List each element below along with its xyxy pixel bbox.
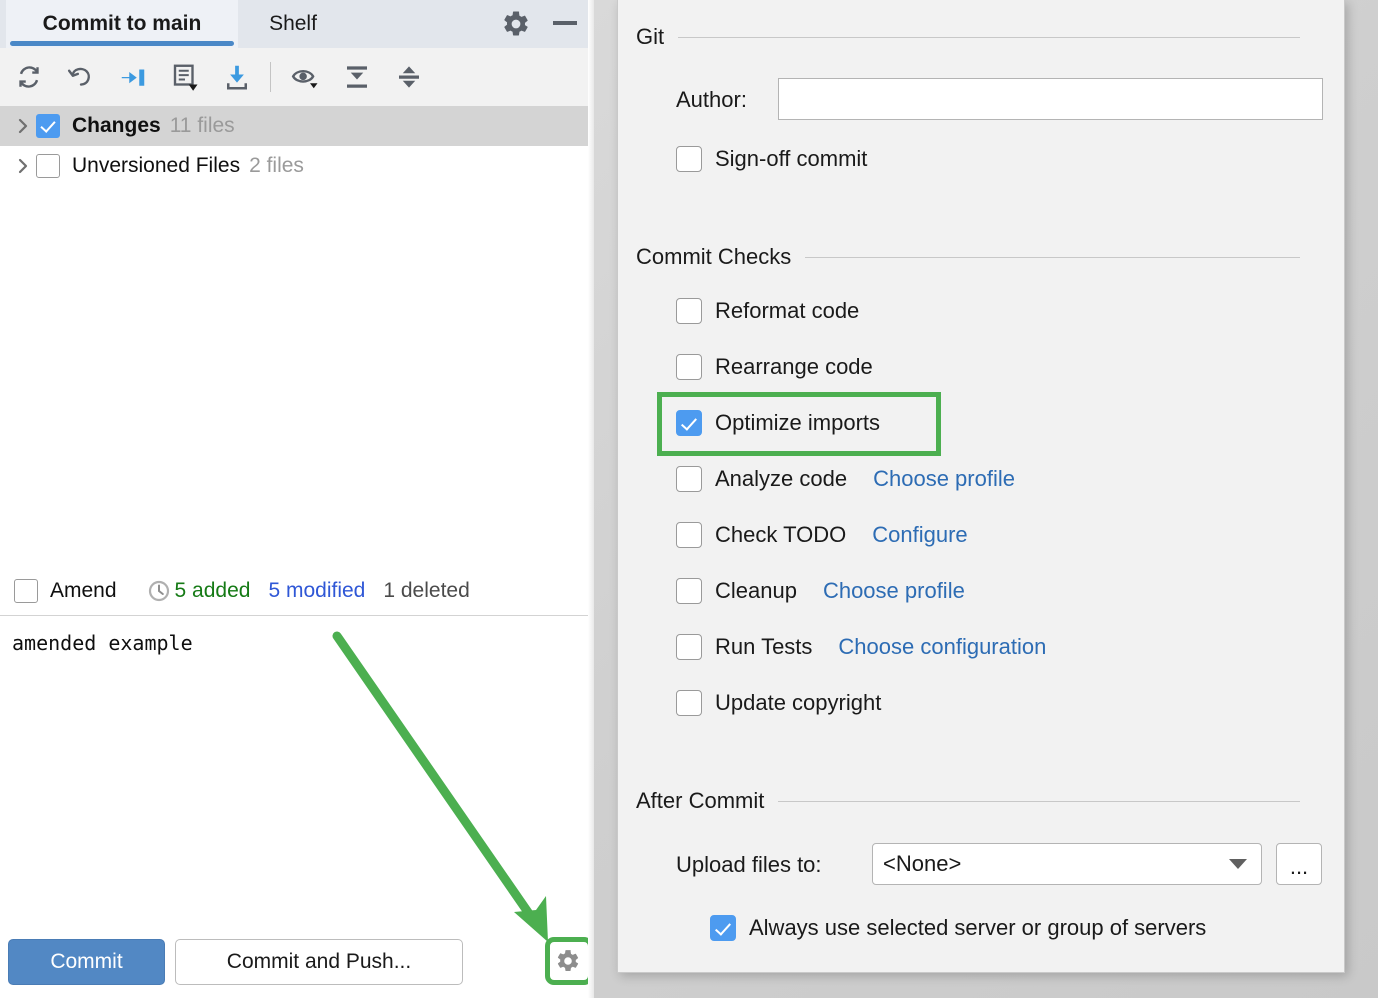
section-divider bbox=[805, 257, 1300, 258]
chevron-down-icon bbox=[1229, 859, 1247, 869]
tab-shelf-label: Shelf bbox=[269, 12, 317, 36]
section-divider bbox=[778, 801, 1300, 802]
analyze-code-label: Analyze code bbox=[715, 466, 847, 492]
cleanup-checkbox[interactable] bbox=[676, 578, 702, 604]
optimize-imports-label: Optimize imports bbox=[715, 410, 880, 436]
commit-button[interactable]: Commit bbox=[8, 939, 165, 985]
author-field[interactable] bbox=[778, 78, 1323, 120]
minimize-icon[interactable] bbox=[553, 21, 577, 25]
rearrange-code-checkbox[interactable] bbox=[676, 354, 702, 380]
tab-active-underline bbox=[10, 41, 234, 46]
commit-toolbar bbox=[0, 48, 594, 107]
check-todo-row[interactable]: Check TODO Configure bbox=[676, 522, 968, 548]
upload-files-to-combobox[interactable]: <None> bbox=[872, 843, 1262, 885]
upload-files-to-value: <None> bbox=[883, 851, 1229, 877]
run-tests-row[interactable]: Run Tests Choose configuration bbox=[676, 634, 1046, 660]
commit-and-push-button[interactable]: Commit and Push... bbox=[175, 939, 463, 985]
run-tests-checkbox[interactable] bbox=[676, 634, 702, 660]
unversioned-files-count: 2 files bbox=[249, 154, 304, 178]
cleanup-choose-profile-link[interactable]: Choose profile bbox=[823, 578, 965, 604]
upload-files-to-label: Upload files to: bbox=[676, 852, 822, 878]
analyze-code-checkbox[interactable] bbox=[676, 466, 702, 492]
analyze-code-choose-profile-link[interactable]: Choose profile bbox=[873, 466, 1015, 492]
always-use-selected-server-label: Always use selected server or group of s… bbox=[749, 915, 1206, 941]
tab-strip: Commit to main Shelf bbox=[0, 0, 594, 48]
preview-diff-icon[interactable] bbox=[284, 56, 326, 98]
tree-row-changes[interactable]: Changes 11 files bbox=[0, 106, 594, 146]
chevron-right-icon[interactable] bbox=[10, 156, 36, 176]
run-tests-choose-configuration-link[interactable]: Choose configuration bbox=[838, 634, 1046, 660]
sign-off-commit-label: Sign-off commit bbox=[715, 146, 867, 172]
tab-commit-to-main-label: Commit to main bbox=[43, 12, 202, 36]
expand-all-icon[interactable] bbox=[336, 56, 378, 98]
move-to-another-changelist-icon[interactable] bbox=[112, 56, 154, 98]
check-todo-configure-link[interactable]: Configure bbox=[872, 522, 967, 548]
commit-settings-gear-icon[interactable] bbox=[548, 941, 588, 981]
rearrange-code-row[interactable]: Rearrange code bbox=[676, 354, 873, 380]
section-header-after-commit: After Commit bbox=[636, 788, 1326, 814]
section-title-commit-checks: Commit Checks bbox=[636, 244, 791, 270]
optimize-imports-row[interactable]: Optimize imports bbox=[676, 410, 880, 436]
changes-checkbox[interactable] bbox=[36, 114, 60, 138]
amend-and-stats-row: Amend 5 added 5 modified 1 deleted bbox=[0, 566, 594, 616]
commit-message-input[interactable]: amended example bbox=[0, 617, 594, 921]
analyze-code-row[interactable]: Analyze code Choose profile bbox=[676, 466, 1015, 492]
cleanup-label: Cleanup bbox=[715, 578, 797, 604]
collapse-all-icon[interactable] bbox=[388, 56, 430, 98]
section-header-commit-checks: Commit Checks bbox=[636, 244, 1326, 270]
run-tests-label: Run Tests bbox=[715, 634, 812, 660]
show-diff-icon[interactable] bbox=[164, 56, 206, 98]
update-copyright-row[interactable]: Update copyright bbox=[676, 690, 881, 716]
refresh-changes-icon[interactable] bbox=[8, 56, 50, 98]
changes-label: Changes bbox=[72, 114, 161, 138]
clock-icon bbox=[147, 579, 171, 603]
amend-checkbox[interactable] bbox=[14, 579, 38, 603]
section-title-git: Git bbox=[636, 24, 664, 50]
update-copyright-label: Update copyright bbox=[715, 690, 881, 716]
gear-icon[interactable] bbox=[501, 9, 531, 39]
optimize-imports-checkbox[interactable] bbox=[676, 410, 702, 436]
tree-row-unversioned-files[interactable]: Unversioned Files 2 files bbox=[0, 146, 594, 186]
commit-options-popup: Git Author: Sign-off commit Commit Check… bbox=[617, 0, 1345, 973]
unversioned-files-checkbox[interactable] bbox=[36, 154, 60, 178]
changes-tree: Changes 11 files Unversioned Files 2 fil… bbox=[0, 106, 594, 561]
reformat-code-label: Reformat code bbox=[715, 298, 859, 324]
changes-file-count: 11 files bbox=[170, 114, 235, 138]
update-project-icon[interactable] bbox=[216, 56, 258, 98]
amend-label: Amend bbox=[50, 579, 117, 603]
stat-modified[interactable]: 5 modified bbox=[268, 579, 365, 603]
author-label: Author: bbox=[676, 87, 747, 113]
chevron-right-icon[interactable] bbox=[10, 116, 36, 136]
commit-tool-window: Commit to main Shelf bbox=[0, 0, 594, 998]
always-use-selected-server-row[interactable]: Always use selected server or group of s… bbox=[710, 915, 1206, 941]
stat-added: 5 added bbox=[175, 579, 251, 603]
check-todo-label: Check TODO bbox=[715, 522, 846, 548]
rearrange-code-label: Rearrange code bbox=[715, 354, 873, 380]
unversioned-files-label: Unversioned Files bbox=[72, 154, 240, 178]
always-use-selected-server-checkbox[interactable] bbox=[710, 915, 736, 941]
cleanup-row[interactable]: Cleanup Choose profile bbox=[676, 578, 965, 604]
upload-browse-button[interactable]: ... bbox=[1276, 843, 1322, 885]
section-title-after-commit: After Commit bbox=[636, 788, 764, 814]
check-todo-checkbox[interactable] bbox=[676, 522, 702, 548]
stat-deleted: 1 deleted bbox=[383, 579, 469, 603]
toolbar-divider bbox=[270, 62, 271, 92]
reformat-code-checkbox[interactable] bbox=[676, 298, 702, 324]
update-copyright-checkbox[interactable] bbox=[676, 690, 702, 716]
reformat-code-row[interactable]: Reformat code bbox=[676, 298, 859, 324]
sign-off-commit-checkbox[interactable] bbox=[676, 146, 702, 172]
tab-shelf[interactable]: Shelf bbox=[238, 0, 348, 48]
panel-right-edge bbox=[588, 0, 594, 998]
section-header-git: Git bbox=[636, 24, 1326, 50]
rollback-icon[interactable] bbox=[60, 56, 102, 98]
sign-off-commit-row[interactable]: Sign-off commit bbox=[676, 146, 867, 172]
section-divider bbox=[678, 37, 1300, 38]
